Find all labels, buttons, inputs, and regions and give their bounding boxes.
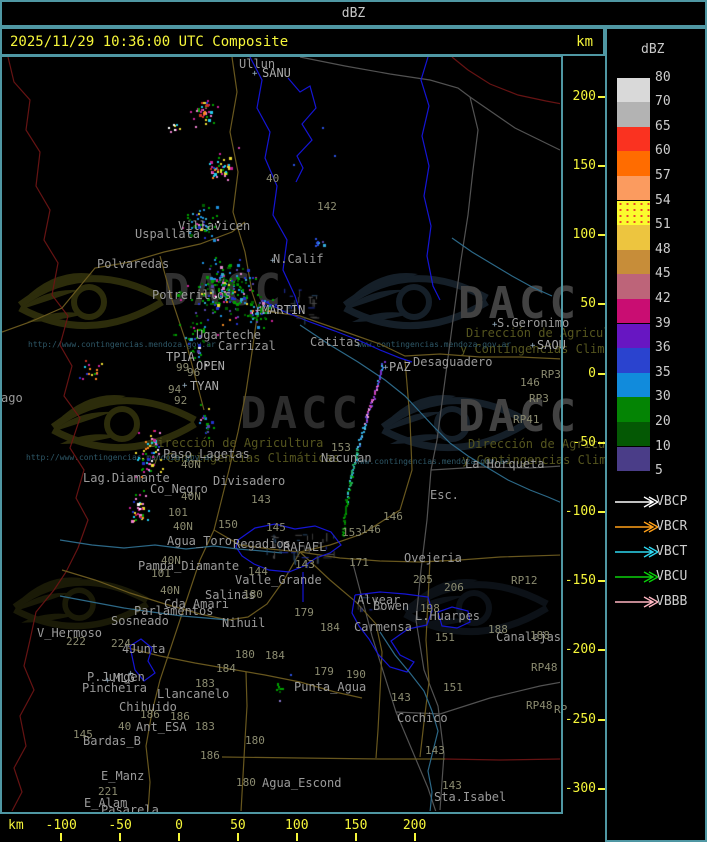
scale-value-48: 48 xyxy=(655,241,671,257)
scale-value-35: 35 xyxy=(655,364,671,380)
right-axis-tick xyxy=(598,580,605,583)
scale-value-5: 5 xyxy=(655,463,663,479)
bottom-axis-tick xyxy=(119,833,122,841)
scale-band-36 xyxy=(617,348,650,373)
scale-value-36: 36 xyxy=(655,340,671,356)
vbbb-arrow-icon xyxy=(615,596,658,608)
scale-value-51: 51 xyxy=(655,217,671,233)
scale-band-42 xyxy=(617,298,650,324)
scale-value-45: 45 xyxy=(655,266,671,282)
right-axis-tick xyxy=(598,649,605,652)
legend-label-VBCP: VBCP xyxy=(656,494,688,509)
scale-value-39: 39 xyxy=(655,315,671,331)
scale-value-80: 80 xyxy=(655,69,671,85)
scale-band-65 xyxy=(617,126,650,152)
bottom-axis-tick xyxy=(295,833,298,841)
bottom-axis-tick xyxy=(178,833,180,841)
scale-value-10: 10 xyxy=(655,438,671,454)
scale-value-42: 42 xyxy=(655,290,671,306)
bottom-axis-tick xyxy=(60,833,63,841)
scale-value-57: 57 xyxy=(655,167,671,183)
right-axis-tick xyxy=(598,303,605,306)
scale-band-10 xyxy=(617,446,650,472)
scale-value-70: 70 xyxy=(655,94,671,110)
vbct-arrow-icon xyxy=(615,546,658,558)
right-axis-tick xyxy=(598,718,605,721)
scale-band-45 xyxy=(617,274,650,299)
legend-label-VBCR: VBCR xyxy=(656,519,688,534)
right-axis-tick xyxy=(598,787,605,790)
scale-value-65: 65 xyxy=(655,118,671,134)
scale-band-20 xyxy=(617,421,650,447)
vbcu-arrow-icon xyxy=(615,571,658,583)
radar-app-window: dBZ 2025/11/29 10:36:00 UTC Composite km xyxy=(0,0,707,842)
scale-band-80 xyxy=(617,77,650,103)
scale-value-20: 20 xyxy=(655,413,671,429)
scale-band-48 xyxy=(617,249,650,275)
scale-band-35 xyxy=(617,372,650,398)
legend-label-VBCT: VBCT xyxy=(656,544,688,559)
scale-value-60: 60 xyxy=(655,143,671,159)
right-axis-tick xyxy=(598,510,605,513)
scale-value-54: 54 xyxy=(655,192,671,208)
scale-band-51 xyxy=(617,225,650,250)
scale-band-54 xyxy=(617,200,650,226)
scale-band-60 xyxy=(617,151,650,176)
legend-label-VBCU: VBCU xyxy=(656,569,688,584)
right-axis-tick xyxy=(598,372,605,375)
right-axis-tick xyxy=(598,234,605,237)
right-axis-tick xyxy=(598,95,605,98)
bottom-axis-tick xyxy=(354,833,357,841)
bottom-axis-tick xyxy=(413,833,416,841)
legend-label-VBBB: VBBB xyxy=(656,594,688,609)
bottom-distance-axis xyxy=(0,813,605,842)
right-axis-tick xyxy=(598,441,605,444)
vbcr-arrow-icon xyxy=(615,521,658,533)
scale-band-39 xyxy=(617,323,650,349)
map-viewport[interactable] xyxy=(0,55,563,814)
vbcp-arrow-icon xyxy=(615,496,658,508)
scale-value-30: 30 xyxy=(655,389,671,405)
bottom-axis-tick xyxy=(236,833,239,841)
scale-band-30 xyxy=(617,397,650,422)
scale-band-57 xyxy=(617,175,650,201)
right-axis-tick xyxy=(598,164,605,167)
scale-band-70 xyxy=(617,102,650,127)
